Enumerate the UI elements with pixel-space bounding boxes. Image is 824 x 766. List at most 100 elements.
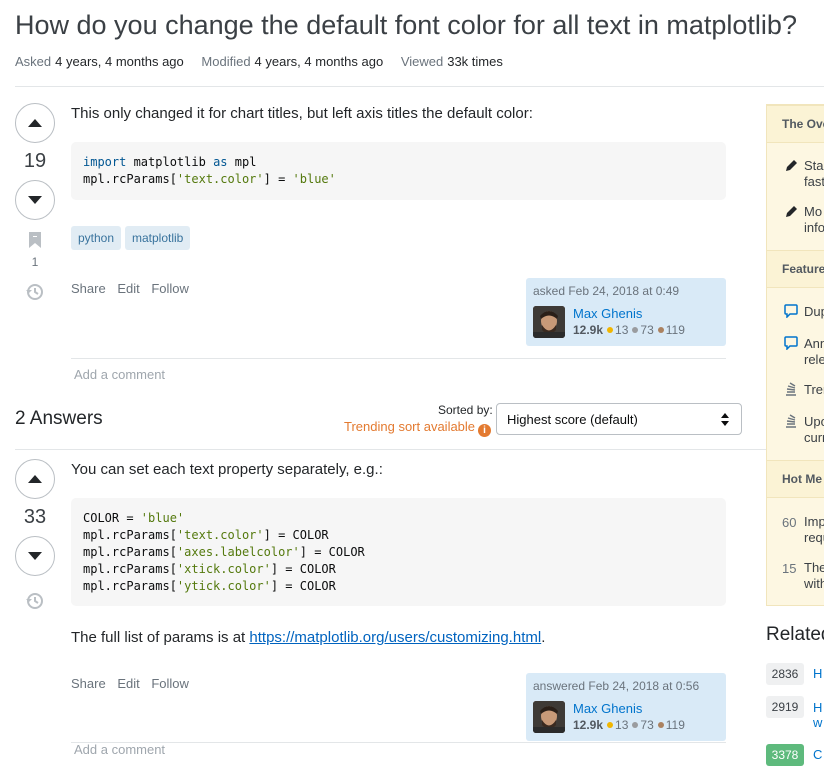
code-text: ] = COLOR bbox=[299, 545, 365, 559]
code-string: 'blue' bbox=[140, 511, 185, 525]
bronze-badge-icon bbox=[657, 722, 664, 729]
tag-python[interactable]: python bbox=[71, 226, 122, 250]
code-text: ] = COLOR bbox=[263, 528, 329, 542]
gold-count: 13 bbox=[615, 718, 629, 732]
code-text: mpl bbox=[227, 155, 257, 169]
full-list-suffix: . bbox=[541, 629, 546, 646]
answer-code-block: COLOR = 'blue' mpl.rcParams['text.color'… bbox=[71, 498, 726, 606]
comment-divider bbox=[71, 358, 726, 359]
sort-select-value: Highest score (default) bbox=[507, 412, 638, 427]
sidebar-item-meta-4[interactable]: Upocurr bbox=[804, 414, 824, 446]
sidebar-item-blog-2[interactable]: Mo info bbox=[804, 204, 824, 236]
code-keyword: import bbox=[83, 155, 127, 169]
user-reputation: 12.9k 13 73 119 bbox=[573, 716, 685, 734]
question-user-card: asked Feb 24, 2018 at 0:49 Max Ghenis 12… bbox=[526, 278, 726, 346]
answered-timestamp[interactable]: answered Feb 24, 2018 at 0:56 bbox=[533, 679, 719, 693]
page-title[interactable]: How do you change the default font color… bbox=[15, 10, 797, 41]
share-link[interactable]: Share bbox=[71, 676, 106, 691]
sidebar-item-line: Dup bbox=[804, 304, 824, 319]
sidebar-item-line: Mo bbox=[804, 204, 823, 219]
related-link-line: w bbox=[813, 715, 823, 730]
bookmark-icon[interactable] bbox=[29, 232, 41, 248]
bronze-count: 119 bbox=[665, 718, 685, 732]
related-heading: Related bbox=[766, 624, 824, 645]
pencil-icon bbox=[786, 206, 797, 217]
question-code-block: import matplotlib as mpl mpl.rcParams['t… bbox=[71, 142, 726, 200]
sidebar-item-meta-1[interactable]: Dup bbox=[804, 304, 824, 320]
answer-user-card: answered Feb 24, 2018 at 0:56 Max Ghenis… bbox=[526, 673, 726, 741]
user-name-link[interactable]: Max Ghenis bbox=[573, 701, 685, 716]
code-text: mpl.rcParams[ bbox=[83, 528, 177, 542]
code-string: 'ytick.color' bbox=[176, 579, 271, 593]
sidebar-item-line: rele bbox=[804, 352, 824, 367]
share-link[interactable]: Share bbox=[71, 281, 106, 296]
full-list-prefix: The full list of params is at bbox=[71, 629, 250, 646]
answer-full-list-text: The full list of params is at https://ma… bbox=[71, 629, 545, 646]
answer-upvote-button[interactable] bbox=[15, 459, 55, 499]
related-link[interactable]: Hw bbox=[813, 700, 822, 730]
silver-badge-icon bbox=[632, 327, 639, 334]
add-comment-link[interactable]: Add a comment bbox=[74, 742, 165, 757]
code-keyword: as bbox=[213, 155, 228, 169]
gold-count: 13 bbox=[615, 323, 629, 337]
history-icon[interactable] bbox=[25, 591, 45, 611]
info-icon[interactable]: i bbox=[478, 424, 492, 437]
code-text: mpl.rcParams[ bbox=[83, 172, 177, 186]
sidebar-item-line: info bbox=[804, 220, 824, 235]
upvote-arrow-icon bbox=[28, 119, 42, 127]
code-string: 'text.color' bbox=[176, 528, 264, 542]
sidebar-item-line: Imp bbox=[804, 514, 824, 529]
asked-timestamp[interactable]: asked Feb 24, 2018 at 0:49 bbox=[533, 284, 719, 298]
select-arrows-icon bbox=[721, 413, 729, 427]
related-link-line: H bbox=[813, 700, 823, 715]
sidebar-item-line: Ann bbox=[804, 336, 824, 351]
stack-icon bbox=[786, 414, 796, 428]
answers-divider bbox=[15, 449, 824, 450]
add-comment-link[interactable]: Add a comment bbox=[74, 367, 165, 382]
silver-count: 73 bbox=[640, 718, 654, 732]
avatar[interactable] bbox=[533, 306, 565, 338]
sidebar-item-line: Tren bbox=[804, 382, 824, 397]
stack-icon bbox=[786, 382, 796, 396]
question-upvote-button[interactable] bbox=[15, 103, 55, 143]
user-name-link[interactable]: Max Ghenis bbox=[573, 306, 685, 321]
sidebar-item-line: Upo bbox=[804, 414, 824, 429]
sidebar-item-hot-1[interactable]: Imprequ bbox=[804, 514, 824, 546]
tag-matplotlib[interactable]: matplotlib bbox=[125, 226, 191, 250]
code-string: 'blue' bbox=[292, 172, 336, 186]
follow-link[interactable]: Follow bbox=[151, 281, 189, 296]
answer-downvote-button[interactable] bbox=[15, 536, 55, 576]
trending-sort-notice[interactable]: Trending sort available i bbox=[344, 419, 492, 437]
modified-value[interactable]: 4 years, 4 months ago bbox=[255, 54, 384, 69]
code-text: ] = COLOR bbox=[270, 579, 336, 593]
related-link[interactable]: C bbox=[813, 747, 822, 762]
edit-link[interactable]: Edit bbox=[117, 281, 139, 296]
related-score-badge-accepted: 3378 bbox=[766, 744, 804, 766]
sidebar-item-hot-2[interactable]: Thewith bbox=[804, 560, 824, 592]
customizing-docs-link[interactable]: https://matplotlib.org/users/customizing… bbox=[249, 629, 541, 646]
related-score-badge: 2836 bbox=[766, 663, 804, 685]
sidebar-item-meta-3[interactable]: Tren bbox=[804, 382, 824, 398]
sidebar-item-line: The bbox=[804, 560, 824, 575]
follow-link[interactable]: Follow bbox=[151, 676, 189, 691]
sidebar-item-meta-2[interactable]: Annrele bbox=[804, 336, 824, 368]
overflow-blog-sidebar: The Ove Stacfast Moinfo Feature Dup Annr… bbox=[766, 104, 824, 606]
avatar[interactable] bbox=[533, 701, 565, 733]
answer-actions: Share Edit Follow bbox=[71, 676, 197, 691]
question-downvote-button[interactable] bbox=[15, 180, 55, 220]
sidebar-section-heading: Hot Me bbox=[767, 460, 824, 498]
gold-badge-icon bbox=[607, 722, 614, 729]
related-link[interactable]: H bbox=[813, 666, 822, 681]
speech-bubble-icon bbox=[784, 336, 798, 350]
code-string: 'text.color' bbox=[176, 172, 264, 186]
sort-select[interactable]: Highest score (default) bbox=[496, 403, 742, 435]
edit-link[interactable]: Edit bbox=[117, 676, 139, 691]
bronze-badge-icon bbox=[657, 327, 664, 334]
answer-score: 33 bbox=[23, 506, 47, 528]
sidebar-item-blog-1[interactable]: Stacfast bbox=[804, 158, 824, 190]
history-icon[interactable] bbox=[25, 282, 45, 302]
sidebar-item-line: curr bbox=[804, 430, 824, 445]
hot-meta-count: 60 bbox=[782, 515, 797, 530]
code-text: ] = COLOR bbox=[270, 562, 336, 576]
code-text: mpl.rcParams[ bbox=[83, 562, 177, 576]
